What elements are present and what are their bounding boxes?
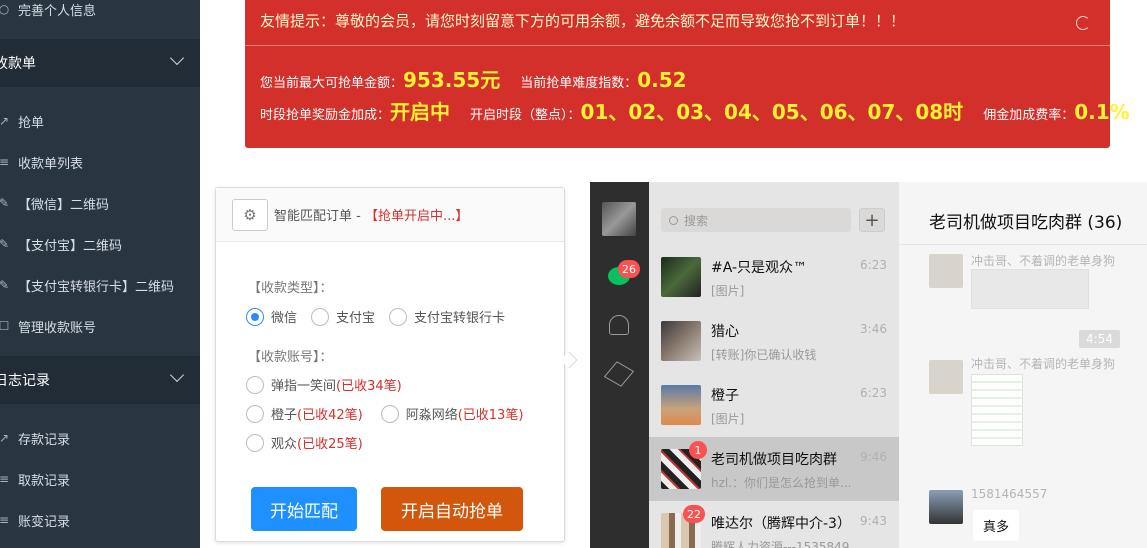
payment-type-group: 微信 支付宝 支付宝转银行卡	[246, 307, 519, 326]
pencil-icon: ✎	[0, 237, 10, 251]
sidebar-item-alipay-bank-qr[interactable]: ✎ 【支付宝转银行卡】二维码	[0, 271, 174, 299]
wechat-window: 26 搜索 + #A-只是观众™ [图片] 6:23 猎心 [转账]你已确认收钱…	[590, 182, 1147, 548]
chat-title: 老司机做项目吃肉群 (36)	[929, 213, 1123, 233]
banner-line-2: 时段抢单奖励金加成： 开启中 开启时段（整点）： 01、02、03、04、05、…	[260, 96, 1147, 125]
sidebar-item-grab[interactable]: ↗ 抢单	[0, 107, 44, 135]
pencil-icon: ✎	[0, 278, 10, 292]
radio-dot[interactable]	[246, 433, 264, 452]
chevron-down-icon	[169, 367, 185, 383]
radio-alipay-bank[interactable]: 支付宝转银行卡	[389, 307, 505, 326]
message-image[interactable]	[971, 374, 1023, 446]
settings-button[interactable]: ⚙	[232, 198, 268, 231]
sidebar-item-manage-accounts[interactable]: ☐ 管理收款账号	[0, 312, 96, 340]
user-icon: ○	[0, 2, 10, 16]
sidebar-item-deposit-log[interactable]: ↗ 存款记录	[0, 424, 70, 452]
radio-alipay[interactable]: 支付宝	[311, 307, 375, 326]
wechat-nav: 26	[590, 182, 649, 548]
unread-badge: 26	[618, 260, 640, 278]
banner-divider	[245, 45, 1110, 46]
difficulty-index: 0.52	[637, 68, 687, 92]
contacts-nav[interactable]	[607, 313, 631, 337]
contacts-icon	[609, 315, 629, 335]
sidebar-item-profile[interactable]: ○ 完善个人信息	[0, 0, 96, 23]
list-item[interactable]: #A-只是观众™ [图片] 6:23	[649, 245, 899, 309]
avatar	[929, 490, 963, 524]
account-row-1: 弹指一笑间 (已收34笔)	[246, 375, 416, 394]
radio-account-2[interactable]: 橙子 (已收42笔)	[246, 404, 363, 423]
period-hours: 01、02、03、04、05、06、07、08时	[580, 100, 964, 124]
conversation-list: 搜索 + #A-只是观众™ [图片] 6:23 猎心 [转账]你已确认收钱 3:…	[649, 182, 899, 548]
radio-wechat[interactable]: 微信	[246, 307, 297, 326]
message-sender: 冲击哥、不着调的老单身狗	[971, 357, 1116, 371]
refresh-icon[interactable]	[1076, 16, 1090, 30]
list-item[interactable]: 22 唯达尔（腾辉中介-3） 腾辉人力资源---1535849 9:43	[649, 501, 899, 548]
message-image[interactable]	[971, 269, 1089, 309]
chevron-down-icon	[169, 50, 185, 66]
start-match-button[interactable]: 开始匹配	[251, 487, 357, 531]
sidebar-item-alipay-qr[interactable]: ✎ 【支付宝】二维码	[0, 230, 122, 258]
add-chat-button[interactable]: +	[859, 208, 885, 232]
radio-account-3[interactable]: 阿淼网络 (已收13笔)	[380, 404, 523, 423]
notice-text: 友情提示：尊敬的会员，请您时刻留意下方的可用余额，避免余额不足而导致您抢不到订单…	[260, 12, 906, 30]
sidebar-item-wechat-qr[interactable]: ✎ 【微信】二维码	[0, 189, 109, 217]
radio-dot[interactable]	[380, 404, 399, 423]
avatar	[661, 321, 701, 361]
auto-grab-button[interactable]: 开启自动抢单	[381, 487, 523, 531]
radio-dot[interactable]	[389, 307, 408, 326]
sidebar-item-balance-log[interactable]: ≡ 账变记录	[0, 506, 70, 534]
notice-banner: 友情提示：尊敬的会员，请您时刻留意下方的可用余额，避免余额不足而导致您抢不到订单…	[245, 0, 1130, 148]
radio-dot[interactable]	[246, 375, 264, 394]
payment-account-label: 【收款账号】：	[248, 350, 333, 365]
search-icon	[669, 215, 678, 225]
commission-rate: 0.1%	[1074, 100, 1130, 124]
radio-dot[interactable]	[246, 404, 264, 423]
card-title: 智能匹配订单 - 【抢单开启中...】	[274, 209, 469, 224]
list-item[interactable]: 橙子 [图片] 6:23	[649, 373, 899, 437]
avatar[interactable]	[602, 202, 636, 236]
arrow-up-right-icon: ↗	[0, 431, 10, 445]
sidebar-group-orders[interactable]: 收款单	[0, 39, 200, 87]
list-icon: ≡	[0, 155, 10, 169]
sidebar: ○ 完善个人信息 收款单 ↗ 抢单 ≡ 收款单列表 ✎ 【微信】二维码 ✎ 【支…	[0, 0, 200, 548]
favorites-nav[interactable]	[603, 361, 635, 387]
account-row-2: 橙子 (已收42笔) 阿淼网络 (已收13笔)	[246, 404, 537, 423]
unread-badge: 1	[689, 441, 707, 459]
radio-dot[interactable]	[246, 307, 264, 326]
avatar	[661, 257, 701, 297]
radio-account-1[interactable]: 弹指一笑间 (已收34笔)	[246, 375, 402, 394]
message-bubble[interactable]: 真多	[973, 510, 1020, 541]
match-order-card: ⚙ 智能匹配订单 - 【抢单开启中...】 【收款类型】： 微信 支付宝 支付宝…	[215, 187, 565, 542]
sidebar-group-logs[interactable]: 日志记录	[0, 356, 200, 404]
list-item[interactable]: 猎心 [转账]你已确认收钱 3:46	[649, 309, 899, 373]
pencil-icon: ✎	[0, 196, 10, 210]
edit-box-icon: ☐	[0, 319, 10, 333]
time-divider: 4:54	[1079, 330, 1120, 348]
bonus-status: 开启中	[390, 100, 451, 124]
list-icon: ≡	[0, 513, 10, 527]
avatar	[661, 385, 701, 425]
card-header: ⚙ 智能匹配订单 - 【抢单开启中...】	[216, 188, 564, 242]
banner-line-1: 您当前最大可抢单金额： 953.55元 当前抢单难度指数： 0.52	[260, 64, 707, 93]
sidebar-item-order-list[interactable]: ≡ 收款单列表	[0, 148, 83, 176]
avatar	[929, 254, 963, 288]
unread-badge: 22	[683, 505, 705, 523]
account-row-3: 观众 (已收25笔)	[246, 433, 377, 452]
message-sender: 1581464557	[971, 487, 1048, 501]
list-item[interactable]: 1 老司机做项目吃肉群 hzl.：你们是怎么抢到单... 9:46	[649, 437, 899, 501]
list-icon: ≡	[0, 472, 10, 486]
radio-account-4[interactable]: 观众 (已收25笔)	[246, 433, 363, 452]
payment-type-label: 【收款类型】：	[248, 281, 333, 296]
grab-status: 【抢单开启中...】	[364, 209, 469, 224]
message-sender: 冲击哥、不着调的老单身狗	[971, 254, 1116, 268]
chat-panel: 老司机做项目吃肉群 (36) 冲击哥、不着调的老单身狗 4:54 冲击哥、不着调…	[899, 182, 1147, 548]
avatar	[929, 360, 963, 394]
gear-icon: ⚙	[243, 205, 257, 224]
max-amount: 953.55元	[403, 68, 501, 92]
chat-divider	[899, 244, 1147, 245]
radio-dot[interactable]	[311, 307, 330, 326]
sidebar-item-withdraw-log[interactable]: ≡ 取款记录	[0, 465, 70, 493]
cube-icon	[603, 361, 635, 387]
search-input[interactable]: 搜索	[661, 208, 851, 232]
grab-icon: ↗	[0, 114, 10, 128]
